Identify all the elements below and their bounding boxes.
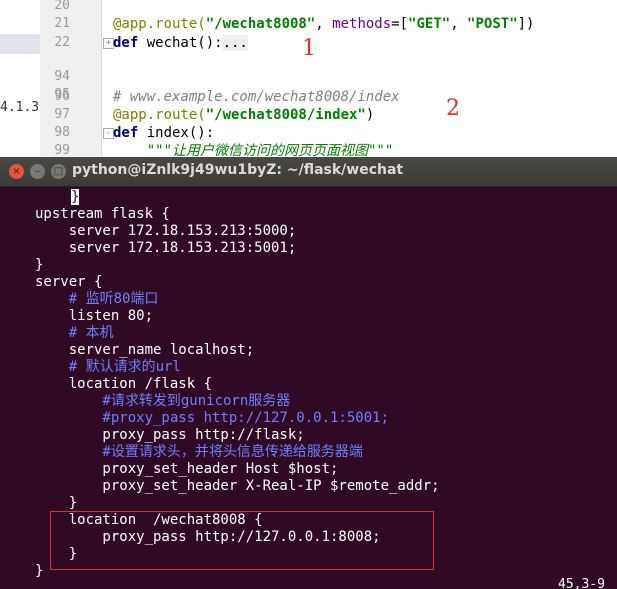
editor-line[interactable]: 96 # www.example.com/wechat8008/index [40,88,617,106]
line-number: 22 [54,35,70,50]
line-number: 98 [54,125,70,140]
line-number: 20 [54,0,70,13]
config-comment-line: #请求转发到gunicorn服务器 [35,393,291,409]
editor-line[interactable]: 94 [40,68,617,86]
annotation-marker-2: 2 [446,96,460,121]
editor-line[interactable]: 22 + def wechat():... [40,34,617,52]
side-panel-label: 4.1.3 [0,100,40,115]
code-token: wechat(): [146,35,223,51]
config-comment-line: # 监听80端口 [35,291,159,307]
code-token: methods [332,16,392,32]
line-number: 21 [54,16,70,31]
code-token: index(): [146,125,215,141]
code-token: # www.example.com/wechat8008/index [113,89,400,105]
maximize-icon[interactable]: □ [51,164,66,179]
highlight-box [50,511,434,570]
config-comment-line: # 本机 [35,325,114,341]
editor-side-panel [0,0,40,157]
terminal-titlebar[interactable]: × – □ python@iZnlk9j49wu1byZ: ~/flask/we… [0,157,617,187]
code-token: , [450,16,468,32]
code-token: @app.route( [113,107,206,123]
side-panel-selection [0,34,40,54]
code-text: def wechat():... [113,34,248,52]
code-token: "/wechat8008/index" [205,107,366,123]
code-token: ) [365,107,375,123]
code-token: "POST" [467,16,518,32]
terminal-content[interactable]: } upstream flask { server 172.18.153.213… [0,186,617,589]
line-number: 96 [54,89,70,104]
editor-line[interactable]: 97 @app.route("/wechat8008/index") [40,106,617,124]
code-text: """让用户微信访问的网页页面视图""" [113,142,394,157]
config-line: listen 80; [35,308,154,324]
config-line: server 172.18.153.213:5001; [35,240,297,256]
code-token: "/wechat8008" [205,16,316,32]
code-text: def index(): [113,124,214,142]
minimize-icon[interactable]: – [30,164,45,179]
config-line: } [35,257,44,273]
editor-line[interactable]: 21 @app.route("/wechat8008", methods=["GE… [40,15,617,33]
code-text: @app.route("/wechat8008/index") [113,106,374,124]
config-line: proxy_set_header Host $host; [35,461,339,477]
config-line: server_name localhost; [35,342,255,358]
code-editor[interactable]: 4.1.3 20 21 @app.route("/wechat8008", meth… [0,0,617,157]
line-number: 97 [54,107,70,122]
code-token: =[ [391,16,409,32]
config-line: } [35,495,78,511]
terminal-title: python@iZnlk9j49wu1byZ: ~/flask/wechat [72,162,404,178]
text-cursor: } [71,189,80,205]
config-line: server 172.18.153.213:5000; [35,223,297,239]
code-token: def [113,35,147,51]
config-line: proxy_set_header X-Real-IP $remote_addr; [35,478,440,494]
code-token: ... [222,35,248,51]
editor-line[interactable]: 99 """让用户微信访问的网页页面视图""" [40,142,617,157]
code-token: @app.route( [113,16,206,32]
line-number: 99 [54,143,70,157]
config-line: location /flask { [35,376,213,392]
editor-line[interactable]: 98- def index(): [40,124,617,142]
config-comment-line: #设置请求头，并将头信息传递给服务器端 [35,444,363,460]
code-token: ]) [517,16,535,32]
code-token: def [113,125,147,141]
code-text: @app.route("/wechat8008", methods=["GET"… [113,15,534,33]
config-line: server { [35,274,103,290]
config-line: } [35,563,44,579]
annotation-marker-1: 1 [302,36,316,61]
terminal-window[interactable]: × – □ python@iZnlk9j49wu1byZ: ~/flask/we… [0,157,617,589]
config-comment-line: # 默认请求的url [35,359,181,375]
config-comment-line: #proxy_pass http://127.0.0.1:5001; [35,410,390,426]
close-icon[interactable]: × [9,164,24,179]
editor-line[interactable]: 20 [40,0,617,15]
line-number: 94 [54,69,70,84]
config-line: upstream flask { [35,206,170,222]
code-token: "GET" [408,16,451,32]
config-line: proxy_pass http://flask; [35,427,305,443]
code-token: """让用户微信访问的网页页面视图""" [113,143,394,157]
code-token: , [315,16,333,32]
code-text: # www.example.com/wechat8008/index [113,88,400,106]
cursor-position-status: 45,3-9 [558,577,605,589]
